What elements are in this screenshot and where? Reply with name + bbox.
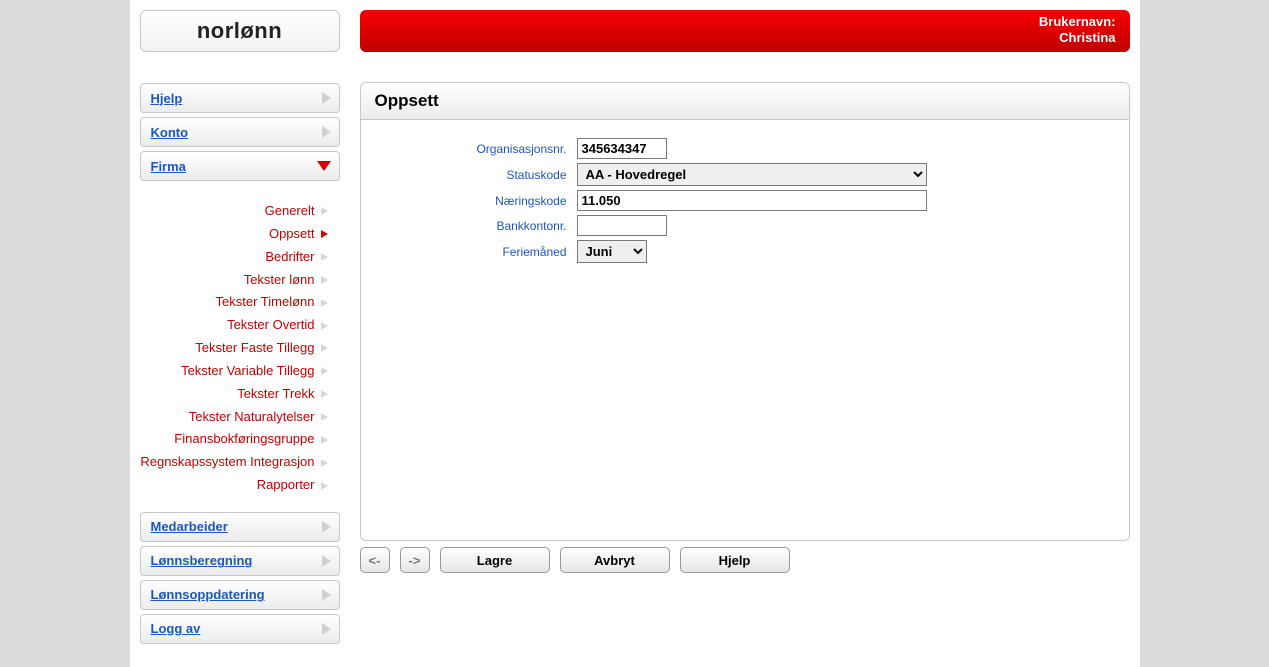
chevron-right-icon	[322, 555, 331, 567]
firma-sub-item-label: Oppsett	[269, 225, 315, 244]
chevron-right-icon	[321, 322, 328, 330]
username-value: Christina	[374, 30, 1116, 46]
chevron-right-icon	[321, 299, 328, 307]
chevron-right-icon	[322, 92, 331, 104]
prev-button[interactable]: <-	[360, 547, 390, 573]
firma-sub-item-label: Tekster lønn	[244, 271, 315, 290]
firma-sub-item[interactable]: Tekster Trekk	[140, 383, 328, 406]
firma-sub-item[interactable]: Tekster Faste Tillegg	[140, 337, 328, 360]
nav-loggav-label: Logg av	[151, 621, 201, 636]
firma-sub-item-label: Tekster Timelønn	[216, 293, 315, 312]
nav-firma[interactable]: Firma	[140, 151, 340, 181]
firma-sub-item[interactable]: Bedrifter	[140, 246, 328, 269]
chevron-right-icon	[321, 436, 328, 444]
chevron-right-icon	[322, 521, 331, 533]
input-orgnr[interactable]	[577, 138, 667, 159]
chevron-right-icon	[321, 207, 328, 215]
firma-sub-item-label: Tekster Trekk	[237, 385, 314, 404]
logo-text: norlønn	[197, 18, 282, 44]
input-naering[interactable]	[577, 190, 927, 211]
chevron-right-icon	[321, 482, 328, 490]
panel-oppsett: Oppsett Organisasjonsnr. Statuskode AA -…	[360, 82, 1130, 541]
label-feriemnd: Feriemåned	[377, 245, 577, 259]
hjelp-button[interactable]: Hjelp	[680, 547, 790, 573]
firma-sub-item-label: Generelt	[265, 202, 315, 221]
firma-sub-item[interactable]: Tekster Timelønn	[140, 291, 328, 314]
nav-lonnsoppdatering[interactable]: Lønnsoppdatering	[140, 580, 340, 610]
firma-sub-item-label: Tekster Faste Tillegg	[195, 339, 314, 358]
nav-hjelp[interactable]: Hjelp	[140, 83, 340, 113]
label-naering: Næringskode	[377, 194, 577, 208]
nav-konto-label: Konto	[151, 125, 189, 140]
logo: norlønn	[140, 10, 340, 52]
chevron-right-icon	[321, 253, 328, 261]
panel-title: Oppsett	[361, 83, 1129, 120]
next-button[interactable]: ->	[400, 547, 430, 573]
firma-sub-item[interactable]: Finansbokføringsgruppe	[140, 428, 328, 451]
chevron-right-icon	[321, 390, 328, 398]
firma-sub-item-label: Bedrifter	[265, 248, 314, 267]
nav-lonnsoppdatering-label: Lønnsoppdatering	[151, 587, 265, 602]
nav-lonnsberegning[interactable]: Lønnsberegning	[140, 546, 340, 576]
nav-loggav[interactable]: Logg av	[140, 614, 340, 644]
firma-sub-item-label: Finansbokføringsgruppe	[174, 430, 314, 449]
nav-medarbeider-label: Medarbeider	[151, 519, 228, 534]
firma-sub-item[interactable]: Tekster Naturalytelser	[140, 406, 328, 429]
firma-sub-item-label: Tekster Naturalytelser	[189, 408, 315, 427]
firma-sub-item[interactable]: Tekster Variable Tillegg	[140, 360, 328, 383]
nav-lonnsberegning-label: Lønnsberegning	[151, 553, 253, 568]
label-orgnr: Organisasjonsnr.	[377, 142, 577, 156]
chevron-right-icon	[321, 413, 328, 421]
firma-sub-item[interactable]: Tekster Overtid	[140, 314, 328, 337]
lagre-button[interactable]: Lagre	[440, 547, 550, 573]
chevron-right-icon	[321, 459, 328, 467]
avbryt-button[interactable]: Avbryt	[560, 547, 670, 573]
select-statuskode[interactable]: AA - Hovedregel	[577, 163, 927, 186]
chevron-right-icon	[321, 230, 328, 238]
chevron-right-icon	[322, 126, 331, 138]
chevron-right-icon	[322, 623, 331, 635]
firma-sub-item-label: Tekster Variable Tillegg	[181, 362, 314, 381]
username-label: Brukernavn:	[374, 14, 1116, 30]
firma-sub-item-label: Rapporter	[257, 476, 315, 495]
chevron-right-icon	[321, 367, 328, 375]
input-bankkonto[interactable]	[577, 215, 667, 236]
label-bankkonto: Bankkontonr.	[377, 219, 577, 233]
firma-sub-item[interactable]: Oppsett	[140, 223, 328, 246]
chevron-down-icon	[317, 161, 331, 171]
firma-sub-item-label: Regnskapssystem Integrasjon	[140, 453, 314, 472]
nav-konto[interactable]: Konto	[140, 117, 340, 147]
nav-firma-label: Firma	[151, 159, 186, 174]
firma-sub-item[interactable]: Generelt	[140, 200, 328, 223]
firma-submenu: Generelt Oppsett Bedrifter Tekster lønn Teks…	[140, 185, 340, 512]
firma-sub-item[interactable]: Rapporter	[140, 474, 328, 497]
nav-hjelp-label: Hjelp	[151, 91, 183, 106]
chevron-right-icon	[321, 344, 328, 352]
nav-medarbeider[interactable]: Medarbeider	[140, 512, 340, 542]
firma-sub-item[interactable]: Tekster lønn	[140, 269, 328, 292]
chevron-right-icon	[321, 276, 328, 284]
select-feriemnd[interactable]: Juni	[577, 240, 647, 263]
chevron-right-icon	[322, 589, 331, 601]
firma-sub-item-label: Tekster Overtid	[227, 316, 314, 335]
user-header: Brukernavn: Christina	[360, 10, 1130, 52]
firma-sub-item[interactable]: Regnskapssystem Integrasjon	[140, 451, 328, 474]
label-statuskode: Statuskode	[377, 168, 577, 182]
